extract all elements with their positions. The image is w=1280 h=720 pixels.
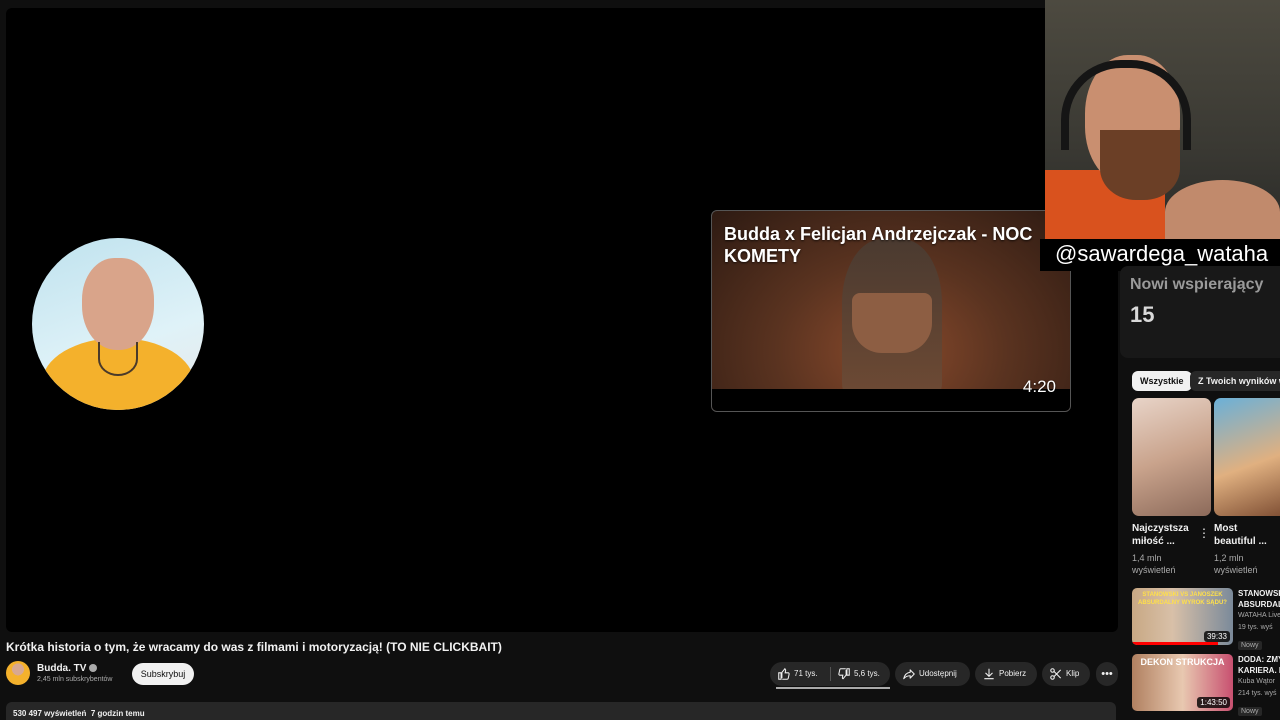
video-duration: 1:43:50: [1197, 697, 1230, 708]
short-views: 1,2 mln wyświetleń: [1214, 553, 1258, 575]
chip-all[interactable]: Wszystkie: [1132, 371, 1192, 391]
download-button[interactable]: Pobierz: [975, 662, 1037, 686]
dislike-button[interactable]: 5,6 tys.: [830, 662, 890, 686]
dislike-count: 5,6 tys.: [854, 669, 880, 678]
youtube-watch-page: Budda x Felicjan Andrzejczak - NOC KOMET…: [0, 0, 1280, 720]
download-icon: [984, 668, 994, 680]
avatar-chain: [98, 342, 138, 376]
new-supporters-panel: Nowi wspierający 15: [1120, 266, 1280, 358]
recommended-channel: Kuba Wątor: [1238, 678, 1275, 685]
endscreen-video-duration: 4:20: [1022, 377, 1056, 396]
chip-from-your-results[interactable]: Z Twoich wyników wy: [1190, 371, 1280, 391]
channel-avatar[interactable]: [6, 661, 30, 685]
recommended-video[interactable]: DEKON STRUKCJA 1:43:50 DODA: ZMY KARIERA…: [1132, 654, 1280, 716]
subscribe-button[interactable]: Subskrybuj: [132, 663, 194, 685]
webcam-headset: [1061, 60, 1191, 150]
recommended-info: DODA: ZMY KARIERA. K Kuba Wątor 214 tys.…: [1238, 654, 1280, 718]
video-duration: 39:33: [1203, 631, 1230, 642]
short-thumbnail: [1132, 398, 1211, 516]
streamer-handle: @sawardega_wataha: [1055, 241, 1269, 266]
verified-icon: [89, 664, 98, 673]
like-count: 71 tys.: [794, 669, 818, 678]
endscreen-video-title: Budda x Felicjan Andrzejczak - NOC KOMET…: [724, 224, 1033, 266]
streamer-webcam: [1045, 0, 1280, 244]
short-thumbnail: [1214, 398, 1280, 516]
recommended-title: DODA: ZMY: [1238, 655, 1280, 664]
new-badge: Nowy: [1238, 641, 1262, 650]
recommended-info: STANOWSK ABSURDAL WATAHA Live 19 tys. wy…: [1238, 588, 1280, 652]
thumbs-down-icon: [838, 668, 850, 680]
avatar-head: [82, 258, 154, 350]
recommended-meta: 19 tys. wyś: [1238, 624, 1273, 631]
video-title: Krótka historia o tym, że wracamy do was…: [6, 640, 502, 654]
recommended-channel: WATAHA Live: [1238, 612, 1280, 619]
short-item[interactable]: Najczystsza miłość ... 1,4 mln wyświetle…: [1132, 398, 1211, 576]
thumbs-up-icon: [778, 667, 790, 680]
recommended-title: STANOWSK: [1238, 589, 1280, 598]
channel-name-link[interactable]: Budda. TV: [37, 663, 98, 674]
video-player[interactable]: Budda x Felicjan Andrzejczak - NOC KOMET…: [6, 8, 1118, 632]
share-label: Udostępnij: [919, 669, 957, 678]
description-box[interactable]: [6, 702, 1116, 720]
thumbnail-caption: DEKON STRUKCJA: [1140, 657, 1225, 667]
recommended-thumbnail: DEKON STRUKCJA 1:43:50: [1132, 654, 1233, 711]
recommended-thumbnail: STANOWSKI VS JANOSZEK ABSURDALNY WYROK S…: [1132, 588, 1233, 645]
share-button[interactable]: Udostępnij: [895, 662, 970, 686]
endscreen-video-card[interactable]: Budda x Felicjan Andrzejczak - NOC KOMET…: [711, 210, 1071, 412]
new-supporters-label: Nowi wspierający: [1130, 276, 1264, 293]
upload-time: 7 godzin temu: [90, 709, 145, 718]
recommended-video[interactable]: STANOWSKI VS JANOSZEK ABSURDALNY WYROK S…: [1132, 588, 1280, 650]
endscreen-channel-avatar[interactable]: [32, 238, 204, 410]
more-vert-icon[interactable]: ⋮: [1198, 526, 1210, 540]
like-ratio-bar: [776, 687, 890, 689]
channel-name: Budda. TV: [37, 663, 87, 674]
like-dislike-group: 71 tys. 5,6 tys.: [770, 662, 890, 689]
thumbnail-caption: STANOWSKI VS JANOSZEK ABSURDALNY WYROK S…: [1138, 592, 1227, 606]
watch-progress-bar: [1132, 642, 1218, 645]
short-views: 1,4 mln wyświetleń: [1132, 553, 1176, 575]
share-icon: [903, 669, 915, 680]
recommended-title-line2: KARIERA. K: [1238, 666, 1280, 675]
scissors-icon: [1050, 668, 1062, 680]
description-meta: 530 497 wyświetleń 7 godzin temu: [13, 709, 145, 718]
endscreen-thumbnail-mask: [852, 293, 932, 353]
endscreen-card-bar: [712, 389, 1070, 411]
webcam-shoulder: [1165, 180, 1280, 244]
like-button[interactable]: 71 tys.: [770, 662, 830, 686]
new-supporters-count: 15: [1130, 302, 1155, 327]
recommended-meta: 214 tys. wyś: [1238, 690, 1277, 697]
short-item[interactable]: Most beautiful ... 1,2 mln wyświetleń: [1214, 398, 1280, 576]
subscriber-count: 2,45 mln subskrybentów: [37, 676, 113, 683]
download-label: Pobierz: [999, 669, 1027, 678]
recommended-title-line2: ABSURDAL: [1238, 600, 1280, 609]
clip-label: Klip: [1066, 669, 1080, 678]
new-badge: Nowy: [1238, 707, 1262, 716]
view-count: 530 497 wyświetleń: [13, 709, 87, 718]
short-title: Most beautiful ...: [1214, 523, 1267, 547]
clip-button[interactable]: Klip: [1042, 662, 1090, 686]
short-title: Najczystsza miłość ...: [1132, 523, 1189, 547]
more-actions-button[interactable]: •••: [1096, 662, 1118, 686]
